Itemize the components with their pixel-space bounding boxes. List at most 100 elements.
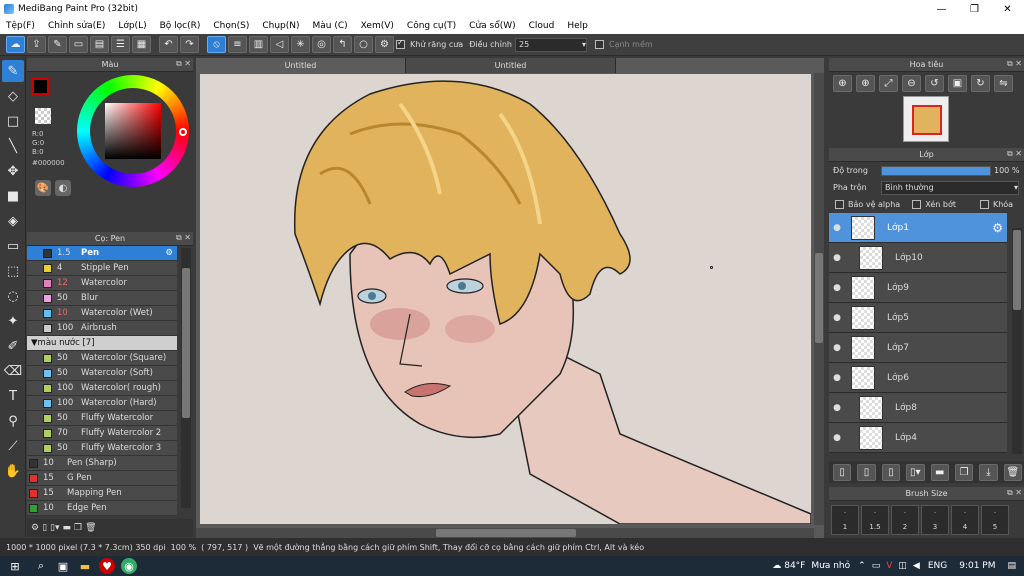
visibility-icon[interactable]: ● [829, 433, 845, 443]
folder-icon[interactable]: ▬ [63, 523, 72, 533]
brush-tool-icon[interactable]: ✎ [2, 60, 24, 82]
add-layer-menu-icon[interactable]: ▯▾ [906, 463, 925, 481]
panel-close-icon[interactable]: ⧉ ✕ [1007, 488, 1022, 498]
magic-wand-tool-icon[interactable]: ✦ [2, 310, 24, 332]
network-icon[interactable]: ◫ [898, 561, 907, 571]
eraser-tool-icon[interactable]: ◇ [2, 85, 24, 107]
layer-settings-icon[interactable]: ⚙ [992, 221, 1003, 235]
new-brush-icon[interactable]: ▯ [42, 523, 47, 533]
panel-close-icon[interactable]: ⧉ ✕ [1007, 149, 1022, 159]
zoom-out-icon[interactable]: ⊖ [902, 75, 921, 92]
tray-chevron-icon[interactable]: ⌃ [858, 561, 866, 571]
move-tool-icon[interactable]: ✥ [2, 160, 24, 182]
canvas-vertical-scrollbar[interactable] [814, 73, 824, 525]
redo-icon[interactable]: ↷ [180, 36, 199, 53]
layer-row[interactable]: ● Lớp4 [829, 423, 1007, 453]
layer-row[interactable]: ● Lớp7 [829, 333, 1007, 363]
visibility-icon[interactable]: ● [829, 283, 845, 293]
layer-row[interactable]: ● Lớp5 [829, 303, 1007, 333]
hue-handle[interactable] [179, 128, 187, 136]
tray-app-icon[interactable]: ▭ [872, 561, 881, 571]
cloud-icon[interactable]: ☁ [6, 36, 25, 53]
dropper-tool-icon[interactable]: ⟋ [2, 435, 24, 457]
layer-row[interactable]: ● Lớp10 [829, 243, 1007, 273]
brush-size-cell[interactable]: · 2 [891, 505, 919, 535]
brush-item[interactable]: 50 Watercolor (Square) [27, 351, 177, 366]
line-tool-icon[interactable]: ╲ [2, 135, 24, 157]
menu-select[interactable]: Chọn(S) [213, 21, 249, 31]
undo-icon[interactable]: ↶ [159, 36, 178, 53]
maximize-button[interactable]: ❐ [958, 0, 991, 18]
menu-edit[interactable]: Chỉnh sửa(E) [48, 21, 105, 31]
delete-layer-icon[interactable]: 🗑 [1003, 463, 1022, 481]
list-icon[interactable]: ☰ [111, 36, 130, 53]
tab-document-2[interactable]: Untitled [406, 58, 616, 73]
brush-size-cell[interactable]: · 1.5 [861, 505, 889, 535]
clipping-checkbox[interactable] [912, 200, 922, 209]
brush-item[interactable]: 100 Watercolor( rough) [27, 381, 177, 396]
circle-snap-icon[interactable]: ◎ [312, 36, 331, 53]
grid-snap-icon[interactable]: ▥ [249, 36, 268, 53]
delete-brush-icon[interactable]: 🗑 [85, 523, 96, 533]
brush-item[interactable]: 15 Mapping Pen [27, 486, 177, 501]
menu-window[interactable]: Cửa sổ(W) [469, 21, 515, 31]
blend-dropdown[interactable]: Bình thường ▾ [881, 180, 1019, 195]
new-8bit-layer-icon[interactable]: ▯ [881, 463, 901, 481]
brush-item[interactable]: 15 G Pen [27, 471, 177, 486]
menu-filter[interactable]: Bộ lọc(R) [160, 21, 201, 31]
grid-icon[interactable]: ▦ [132, 36, 151, 53]
lock-checkbox[interactable] [979, 200, 989, 209]
menu-color[interactable]: Màu (C) [313, 21, 348, 31]
task-view-icon[interactable]: ▣ [52, 556, 74, 576]
antialias-checkbox[interactable] [396, 38, 405, 49]
parallel-snap-icon[interactable]: ≡ [228, 36, 247, 53]
layer-row[interactable]: ● Lớp8 [829, 393, 1007, 423]
panel-close-icon[interactable]: ⧉ ✕ [1007, 59, 1022, 69]
visibility-icon[interactable]: ● [829, 313, 845, 323]
search-icon[interactable]: ⌕ [30, 556, 52, 576]
brush-item[interactable]: 50 Fluffy Watercolor [27, 411, 177, 426]
panel-close-icon[interactable]: ⧉ ✕ [176, 59, 191, 69]
fill-rect-tool-icon[interactable]: ■ [2, 185, 24, 207]
menu-tools[interactable]: Công cụ(T) [407, 21, 456, 31]
add-brush-icon[interactable]: ▯▾ [50, 523, 59, 533]
operation-tool-icon[interactable]: ⚲ [2, 410, 24, 432]
duplicate-layer-icon[interactable]: ❐ [954, 463, 974, 481]
perspective-snap-icon[interactable]: ◁ [270, 36, 289, 53]
brush-settings-icon[interactable]: ⚙ [165, 248, 173, 258]
rotate-right-icon[interactable]: ↻ [971, 75, 990, 92]
share-icon[interactable]: ⇪ [27, 36, 46, 53]
windows-start-icon[interactable]: ⊞ [0, 556, 30, 576]
merge-layer-icon[interactable]: ⤓ [979, 463, 998, 481]
zoom-in-alt-icon[interactable]: ⊕ [856, 75, 875, 92]
radial-snap-icon[interactable]: ✳ [291, 36, 310, 53]
brush-item[interactable]: 50 Watercolor (Soft) [27, 366, 177, 381]
minimize-button[interactable]: — [925, 0, 958, 18]
primary-color-swatch[interactable] [32, 78, 49, 95]
file-explorer-icon[interactable]: ▬ [74, 556, 96, 576]
chat-icon[interactable]: ▭ [69, 36, 88, 53]
soft-edge-checkbox[interactable] [594, 40, 604, 49]
brush-list-scrollbar[interactable] [181, 248, 191, 508]
brush-item[interactable]: 50 Fluffy Watercolor 3 [27, 441, 177, 456]
text-tool-icon[interactable]: T [2, 385, 24, 407]
fit-icon[interactable]: ⤢ [879, 75, 898, 92]
brush-item[interactable]: 100 Watercolor (Hard) [27, 396, 177, 411]
brush-item[interactable]: 50 Blur [27, 291, 177, 306]
notification-icon[interactable]: ▤ [1007, 561, 1016, 571]
bucket-tool-icon[interactable]: ◈ [2, 210, 24, 232]
brush-size-cell[interactable]: · 5 [981, 505, 1009, 535]
opacity-slider[interactable] [881, 165, 991, 176]
transparent-swatch[interactable] [35, 108, 51, 124]
comment-icon[interactable]: ✎ [48, 36, 67, 53]
saturation-square[interactable] [105, 103, 161, 159]
select-pen-tool-icon[interactable]: ✐ [2, 335, 24, 357]
rotate-left-icon[interactable]: ↺ [925, 75, 944, 92]
new-halftone-layer-icon[interactable]: ▯ [857, 463, 876, 481]
brush-item[interactable]: 100 Airbrush [27, 321, 177, 336]
brush-group-header[interactable]: ▼ màu nước [7] [27, 336, 177, 351]
drawing-canvas[interactable] [200, 74, 811, 524]
palette-icon[interactable]: 🎨 [35, 180, 51, 196]
brush-item[interactable]: 12 Watercolor [27, 276, 177, 291]
curve-snap-icon[interactable]: ↰ [333, 36, 352, 53]
